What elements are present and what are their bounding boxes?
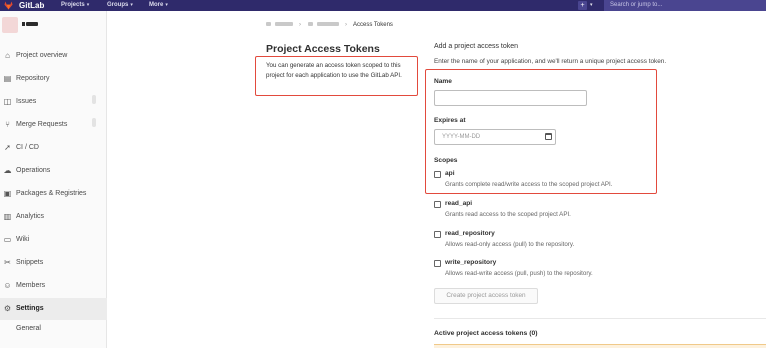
- sidebar-item-snippets[interactable]: ✂ Snippets: [0, 252, 107, 274]
- sidebar-item-merge-requests[interactable]: ⑂ Merge Requests: [0, 114, 107, 136]
- top-navbar: GitLab Projects ▾ Groups ▾ More ▾ + ▾ Searc…: [0, 0, 766, 11]
- breadcrumb-separator-icon: ›: [345, 22, 347, 28]
- scope-api-checkbox[interactable]: [434, 171, 441, 178]
- new-item-plus-icon[interactable]: +: [578, 1, 587, 10]
- chevron-down-icon[interactable]: ▾: [590, 0, 593, 11]
- chevron-down-icon: ▾: [165, 2, 168, 8]
- scope-read-api-checkbox[interactable]: [434, 201, 441, 208]
- breadcrumb-current[interactable]: Access Tokens: [353, 20, 393, 30]
- scope-name[interactable]: api: [445, 170, 455, 177]
- create-token-button[interactable]: Create project access token: [434, 288, 538, 304]
- project-name-redacted: [22, 22, 25, 26]
- expires-at-label: Expires at: [434, 117, 466, 124]
- name-label: Name: [434, 78, 452, 85]
- merge-request-icon: ⑂: [5, 120, 10, 129]
- nav-groups[interactable]: Groups ▾: [107, 0, 133, 11]
- project-avatar[interactable]: [2, 17, 18, 33]
- chart-icon: ▥: [3, 212, 12, 221]
- scope-description: Allows read-write access (pull, push) to…: [445, 270, 593, 277]
- scissors-icon: ✂: [4, 258, 11, 267]
- sidebar-item-issues[interactable]: ◫ Issues: [0, 91, 107, 113]
- breadcrumb-group-avatar[interactable]: [266, 22, 271, 26]
- sidebar-item-members[interactable]: ☺ Members: [0, 275, 107, 297]
- scope-write-repository-checkbox[interactable]: [434, 260, 441, 267]
- sidebar-item-packages-registries[interactable]: ▣ Packages & Registries: [0, 183, 107, 205]
- scope-description: Grants read access to the scoped project…: [445, 211, 571, 218]
- breadcrumb-separator-icon: ›: [299, 22, 301, 28]
- sidebar-item-repository[interactable]: ▤ Repository: [0, 68, 107, 90]
- sidebar-item-settings[interactable]: ⚙ Settings: [0, 298, 107, 320]
- chevron-down-icon: ▾: [86, 2, 90, 8]
- sidebar-subitem-general[interactable]: General: [16, 325, 41, 332]
- brand-name[interactable]: GitLab: [19, 0, 44, 11]
- scope-name[interactable]: read_api: [445, 200, 472, 207]
- rocket-icon: ➚: [4, 143, 11, 152]
- sidebar-item-wiki[interactable]: ▭ Wiki: [0, 229, 107, 251]
- chevron-down-icon: ▾: [130, 2, 133, 8]
- page-title: Project Access Tokens: [266, 43, 380, 55]
- form-intro: Enter the name of your application, and …: [434, 58, 667, 65]
- nav-projects[interactable]: Projects ▾: [61, 0, 89, 11]
- scope-name[interactable]: write_repository: [445, 259, 496, 266]
- active-tokens-title: Active project access tokens (0): [434, 330, 538, 337]
- scope-description: Grants complete read/write access to the…: [445, 181, 613, 188]
- search-input[interactable]: Search or jump to...: [604, 0, 766, 11]
- form-heading: Add a project access token: [434, 43, 519, 50]
- sidebar-item-analytics[interactable]: ▥ Analytics: [0, 206, 107, 228]
- breadcrumb-project-avatar[interactable]: [308, 22, 313, 26]
- nav-more[interactable]: More ▾: [149, 0, 168, 11]
- issues-count-badge: [92, 95, 96, 104]
- project-header[interactable]: [0, 11, 107, 41]
- expires-at-date-input[interactable]: YYYY-MM-DD: [434, 129, 556, 145]
- calendar-icon[interactable]: [545, 133, 552, 140]
- section-divider: [434, 318, 766, 319]
- breadcrumb-group-redacted[interactable]: [275, 22, 293, 26]
- scope-description: Allows read-only access (pull) to the re…: [445, 241, 575, 248]
- cloud-gear-icon: ☁: [3, 166, 12, 175]
- sidebar-item-operations[interactable]: ☁ Operations: [0, 160, 107, 182]
- sidebar-item-ci-cd[interactable]: ➚ CI / CD: [0, 137, 107, 159]
- issues-icon: ◫: [3, 97, 12, 106]
- token-name-input[interactable]: [434, 90, 587, 106]
- merge-requests-count-badge: [92, 118, 96, 127]
- users-icon: ☺: [3, 281, 12, 290]
- gitlab-logo-icon[interactable]: [4, 1, 13, 10]
- gear-icon: ⚙: [3, 304, 12, 313]
- scope-name[interactable]: read_repository: [445, 230, 495, 237]
- repository-icon: ▤: [3, 74, 12, 83]
- project-name-redacted: [26, 22, 38, 26]
- scope-read-repository-checkbox[interactable]: [434, 231, 441, 238]
- book-icon: ▭: [3, 235, 12, 244]
- page-description: You can generate an access token scoped …: [266, 62, 402, 79]
- sidebar-item-project-overview[interactable]: ⌂ Project overview: [0, 45, 107, 67]
- breadcrumb-project-redacted[interactable]: [317, 22, 339, 26]
- home-icon: ⌂: [5, 51, 10, 60]
- package-icon: ▣: [3, 189, 12, 198]
- empty-tokens-alert: [434, 344, 766, 348]
- scopes-label: Scopes: [434, 157, 458, 164]
